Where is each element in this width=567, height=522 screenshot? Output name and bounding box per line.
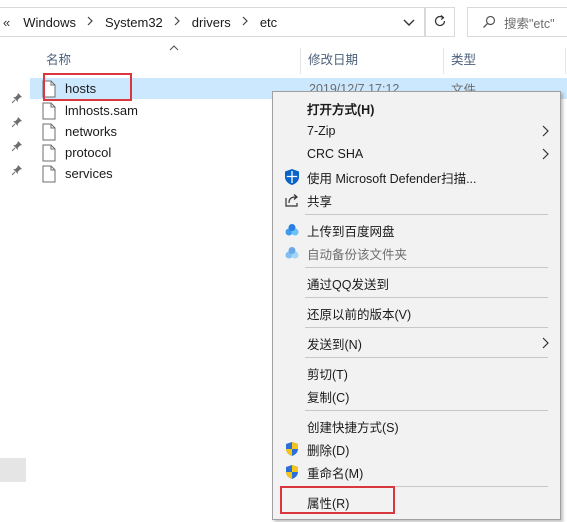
column-header-date[interactable]: 修改日期 xyxy=(300,44,358,77)
menu-item-send-qq[interactable]: 通过QQ发送到 xyxy=(275,272,558,294)
menu-item-label: 创建快捷方式(S) xyxy=(307,420,399,435)
menu-item-crc-sha[interactable]: CRC SHA xyxy=(275,143,558,165)
address-bar-row: « Windows System32 drivers etc 搜索"etc" xyxy=(0,0,567,44)
breadcrumb-label[interactable]: System32 xyxy=(98,15,170,30)
menu-item-rename[interactable]: 重命名(M) xyxy=(275,461,558,483)
context-menu: 打开方式(H) 7-Zip CRC SHA 使用 Microsoft Defen… xyxy=(272,91,561,520)
chevron-right-icon[interactable] xyxy=(83,16,98,29)
nav-item-selected[interactable] xyxy=(0,458,26,482)
menu-item-label: 打开方式(H) xyxy=(307,102,375,117)
highlight-box-properties xyxy=(280,486,395,514)
menu-item-upload-baidu[interactable]: 上传到百度网盘 xyxy=(275,219,558,241)
chevron-right-icon xyxy=(540,124,550,138)
breadcrumb-label[interactable]: etc xyxy=(253,15,284,30)
breadcrumb-overflow[interactable]: « xyxy=(0,15,16,30)
share-icon xyxy=(283,191,301,209)
menu-item-share[interactable]: 共享 xyxy=(275,189,558,211)
menu-item-label: 重命名(M) xyxy=(307,466,364,481)
menu-item-label: CRC SHA xyxy=(307,147,364,161)
chevron-right-icon xyxy=(540,336,550,350)
menu-item-defender-scan[interactable]: 使用 Microsoft Defender扫描... xyxy=(275,166,558,188)
menu-item-label: 还原以前的版本(V) xyxy=(307,307,412,322)
column-header-type[interactable]: 类型 xyxy=(443,44,476,77)
refresh-icon xyxy=(433,14,447,31)
file-icon xyxy=(42,102,58,120)
search-placeholder[interactable]: 搜索"etc" xyxy=(504,13,555,32)
baidu-netdisk-icon xyxy=(283,221,301,239)
menu-item-label: 删除(D) xyxy=(307,443,350,458)
breadcrumb-drivers[interactable]: drivers xyxy=(185,15,253,30)
file-name: protocol xyxy=(65,145,112,160)
chevron-right-icon[interactable] xyxy=(238,16,253,29)
highlight-box-hosts xyxy=(43,73,132,101)
menu-item-label: 自动备份该文件夹 xyxy=(307,247,408,262)
pin-icon[interactable] xyxy=(10,139,24,153)
menu-separator xyxy=(305,214,548,215)
file-row-services[interactable]: services xyxy=(42,163,113,184)
pin-icon[interactable] xyxy=(10,163,24,177)
file-icon xyxy=(42,123,58,141)
menu-separator xyxy=(305,327,548,328)
breadcrumb-system32[interactable]: System32 xyxy=(98,15,185,30)
search-input[interactable]: 搜索"etc" xyxy=(467,7,567,37)
menu-item-create-shortcut[interactable]: 创建快捷方式(S) xyxy=(275,415,558,437)
menu-item-label: 上传到百度网盘 xyxy=(307,224,395,239)
menu-separator xyxy=(305,410,548,411)
menu-item-send-to[interactable]: 发送到(N) xyxy=(275,332,558,354)
breadcrumb-label[interactable]: Windows xyxy=(16,15,83,30)
uac-shield-icon xyxy=(283,440,301,458)
pin-icon[interactable] xyxy=(10,115,24,129)
file-name: services xyxy=(65,166,113,181)
menu-item-label: 剪切(T) xyxy=(307,367,348,382)
uac-shield-icon xyxy=(283,463,301,481)
file-icon xyxy=(42,144,58,162)
file-row-lmhosts[interactable]: lmhosts.sam xyxy=(42,100,138,121)
menu-separator xyxy=(305,297,548,298)
menu-item-cut[interactable]: 剪切(T) xyxy=(275,362,558,384)
file-icon xyxy=(42,165,58,183)
baidu-netdisk-icon xyxy=(283,244,301,262)
menu-item-open-with[interactable]: 打开方式(H) xyxy=(275,97,558,119)
defender-shield-icon xyxy=(283,168,301,186)
menu-item-label: 共享 xyxy=(307,194,333,209)
menu-item-7zip[interactable]: 7-Zip xyxy=(275,120,558,142)
menu-item-delete[interactable]: 删除(D) xyxy=(275,438,558,460)
address-bar[interactable]: « Windows System32 drivers etc xyxy=(0,7,425,37)
sort-ascending-icon xyxy=(169,41,179,55)
breadcrumb-label[interactable]: drivers xyxy=(185,15,238,30)
file-row-protocol[interactable]: protocol xyxy=(42,142,111,163)
menu-separator xyxy=(305,357,548,358)
menu-item-restore-previous[interactable]: 还原以前的版本(V) xyxy=(275,302,558,324)
menu-item-label: 7-Zip xyxy=(307,124,336,138)
pin-icon[interactable] xyxy=(10,91,24,105)
menu-item-label: 使用 Microsoft Defender扫描... xyxy=(307,171,477,186)
navigation-pane xyxy=(0,44,30,522)
menu-item-auto-backup[interactable]: 自动备份该文件夹 xyxy=(275,242,558,264)
chevron-right-icon[interactable] xyxy=(170,16,185,29)
refresh-button[interactable] xyxy=(425,7,455,37)
search-icon xyxy=(482,15,496,29)
menu-item-copy[interactable]: 复制(C) xyxy=(275,385,558,407)
chevron-down-icon[interactable] xyxy=(402,15,416,29)
breadcrumb-etc[interactable]: etc xyxy=(253,15,284,30)
file-row-networks[interactable]: networks xyxy=(42,121,117,142)
column-divider[interactable] xyxy=(565,48,566,74)
menu-separator xyxy=(305,267,548,268)
file-name: lmhosts.sam xyxy=(65,103,138,118)
file-name: networks xyxy=(65,124,118,139)
menu-item-label: 通过QQ发送到 xyxy=(307,277,389,292)
chevron-right-icon xyxy=(540,147,550,161)
menu-item-label: 发送到(N) xyxy=(307,337,362,352)
menu-item-label: 复制(C) xyxy=(307,390,350,405)
breadcrumb-windows[interactable]: Windows xyxy=(16,15,98,30)
